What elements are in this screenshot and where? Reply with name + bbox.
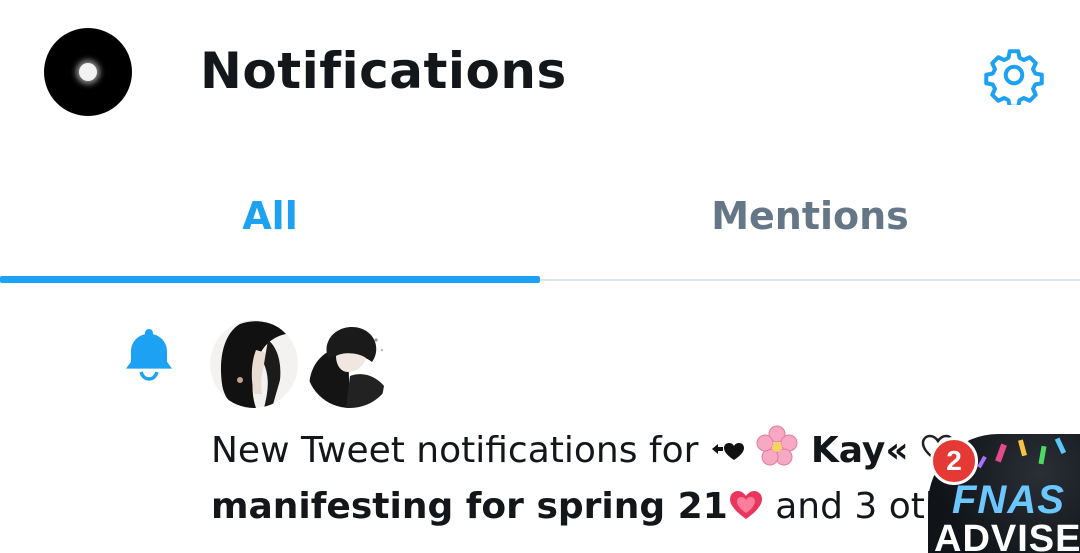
notification-line-1: New Tweet notifications for Kay« [211,423,971,479]
notification-tabs: All Mentions [0,150,1080,283]
tab-all-label: All [242,193,298,238]
tab-mentions[interactable]: Mentions [540,150,1080,281]
overlay-title: FNAS [952,478,1065,522]
arrow-heart-icon [711,443,744,460]
tab-all[interactable]: All [0,150,540,283]
settings-button[interactable] [982,45,1046,109]
notification-item[interactable]: New Tweet notifications for Kay« manifes… [0,283,1080,553]
growing-heart-icon [729,491,762,519]
user-bio-snippet: manifesting for spring 21 [211,486,728,527]
app-header: Notifications [0,0,1080,150]
profile-avatar[interactable] [44,28,132,116]
page-title: Notifications [200,42,567,100]
bell-icon [120,325,178,383]
gear-icon [984,49,1044,109]
overlay-subtitle: ADVISER [934,518,1080,553]
profile-avatar-icon [79,63,97,81]
active-tab-indicator [0,276,540,283]
user-display-name[interactable]: Kay« [811,430,909,471]
notification-prefix: New Tweet notifications for [211,430,699,471]
avatar[interactable] [210,320,298,408]
cherry-blossom-icon [756,425,798,466]
notification-count-badge: 2 [930,437,978,485]
notification-text: New Tweet notifications for Kay« manifes… [211,423,971,535]
tab-mentions-label: Mentions [711,193,909,238]
avatar[interactable] [306,320,394,408]
notification-line-2: manifesting for spring 21 and 3 othe [211,479,971,535]
